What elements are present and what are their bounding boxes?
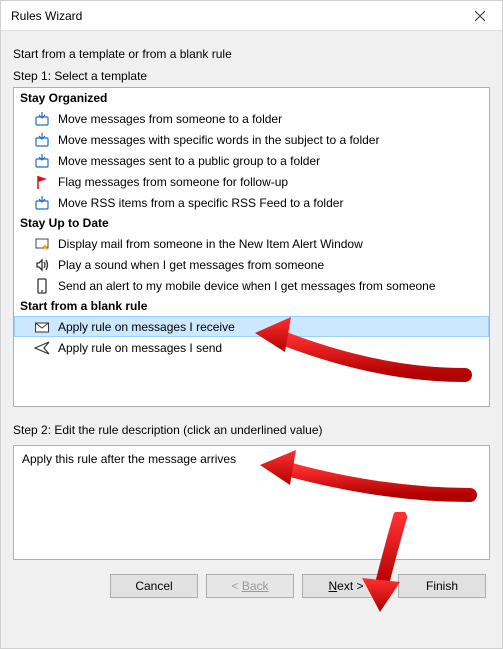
sound-icon [34, 257, 50, 273]
flag-icon [34, 174, 50, 190]
alert-star-icon [34, 236, 50, 252]
move-folder-icon [34, 153, 50, 169]
close-icon [475, 11, 485, 21]
template-item-display-alert[interactable]: Display mail from someone in the New Ite… [14, 233, 489, 254]
template-item-label: Display mail from someone in the New Ite… [58, 237, 363, 251]
template-item-move-words-subject[interactable]: Move messages with specific words in the… [14, 129, 489, 150]
template-item-move-from-someone[interactable]: Move messages from someone to a folder [14, 108, 489, 129]
template-item-label: Move messages with specific words in the… [58, 133, 379, 147]
template-item-label: Play a sound when I get messages from so… [58, 258, 324, 272]
next-button[interactable]: Next > [302, 574, 390, 598]
rules-wizard-window: Rules Wizard Start from a template or fr… [0, 0, 503, 649]
mobile-icon [34, 278, 50, 294]
move-folder-icon [34, 195, 50, 211]
template-item-move-rss[interactable]: Move RSS items from a specific RSS Feed … [14, 192, 489, 213]
category-blank-rule: Start from a blank rule [14, 296, 489, 316]
template-item-label: Flag messages from someone for follow-up [58, 175, 288, 189]
titlebar: Rules Wizard [1, 1, 502, 31]
close-button[interactable] [457, 1, 502, 30]
template-item-apply-send[interactable]: Apply rule on messages I send [14, 337, 489, 358]
rule-description-panel[interactable]: Apply this rule after the message arrive… [13, 445, 490, 560]
wizard-content: Start from a template or from a blank ru… [1, 31, 502, 648]
template-item-apply-receive[interactable]: Apply rule on messages I receive [14, 316, 489, 337]
finish-button[interactable]: Finish [398, 574, 486, 598]
category-stay-up-to-date: Stay Up to Date [14, 213, 489, 233]
category-stay-organized: Stay Organized [14, 88, 489, 108]
template-item-move-public-group[interactable]: Move messages sent to a public group to … [14, 150, 489, 171]
template-item-label: Apply rule on messages I send [58, 341, 222, 355]
step2-label: Step 2: Edit the rule description (click… [13, 423, 490, 437]
back-button[interactable]: < Back [206, 574, 294, 598]
template-item-play-sound[interactable]: Play a sound when I get messages from so… [14, 254, 489, 275]
intro-text: Start from a template or from a blank ru… [13, 47, 490, 61]
template-item-label: Move RSS items from a specific RSS Feed … [58, 196, 343, 210]
template-item-flag-followup[interactable]: Flag messages from someone for follow-up [14, 171, 489, 192]
rule-description-text: Apply this rule after the message arrive… [22, 452, 236, 466]
template-item-label: Move messages sent to a public group to … [58, 154, 320, 168]
template-item-label: Send an alert to my mobile device when I… [58, 279, 436, 293]
template-list[interactable]: Stay Organized Move messages from someon… [13, 87, 490, 407]
template-item-label: Apply rule on messages I receive [58, 320, 235, 334]
step1-label: Step 1: Select a template [13, 69, 490, 83]
move-folder-icon [34, 111, 50, 127]
wizard-buttons: Cancel < Back Next > Finish [13, 560, 490, 598]
cancel-button[interactable]: Cancel [110, 574, 198, 598]
window-title: Rules Wizard [11, 9, 82, 23]
template-item-label: Move messages from someone to a folder [58, 112, 282, 126]
move-folder-icon [34, 132, 50, 148]
envelope-icon [34, 319, 50, 335]
send-icon [34, 340, 50, 356]
template-item-mobile-alert[interactable]: Send an alert to my mobile device when I… [14, 275, 489, 296]
